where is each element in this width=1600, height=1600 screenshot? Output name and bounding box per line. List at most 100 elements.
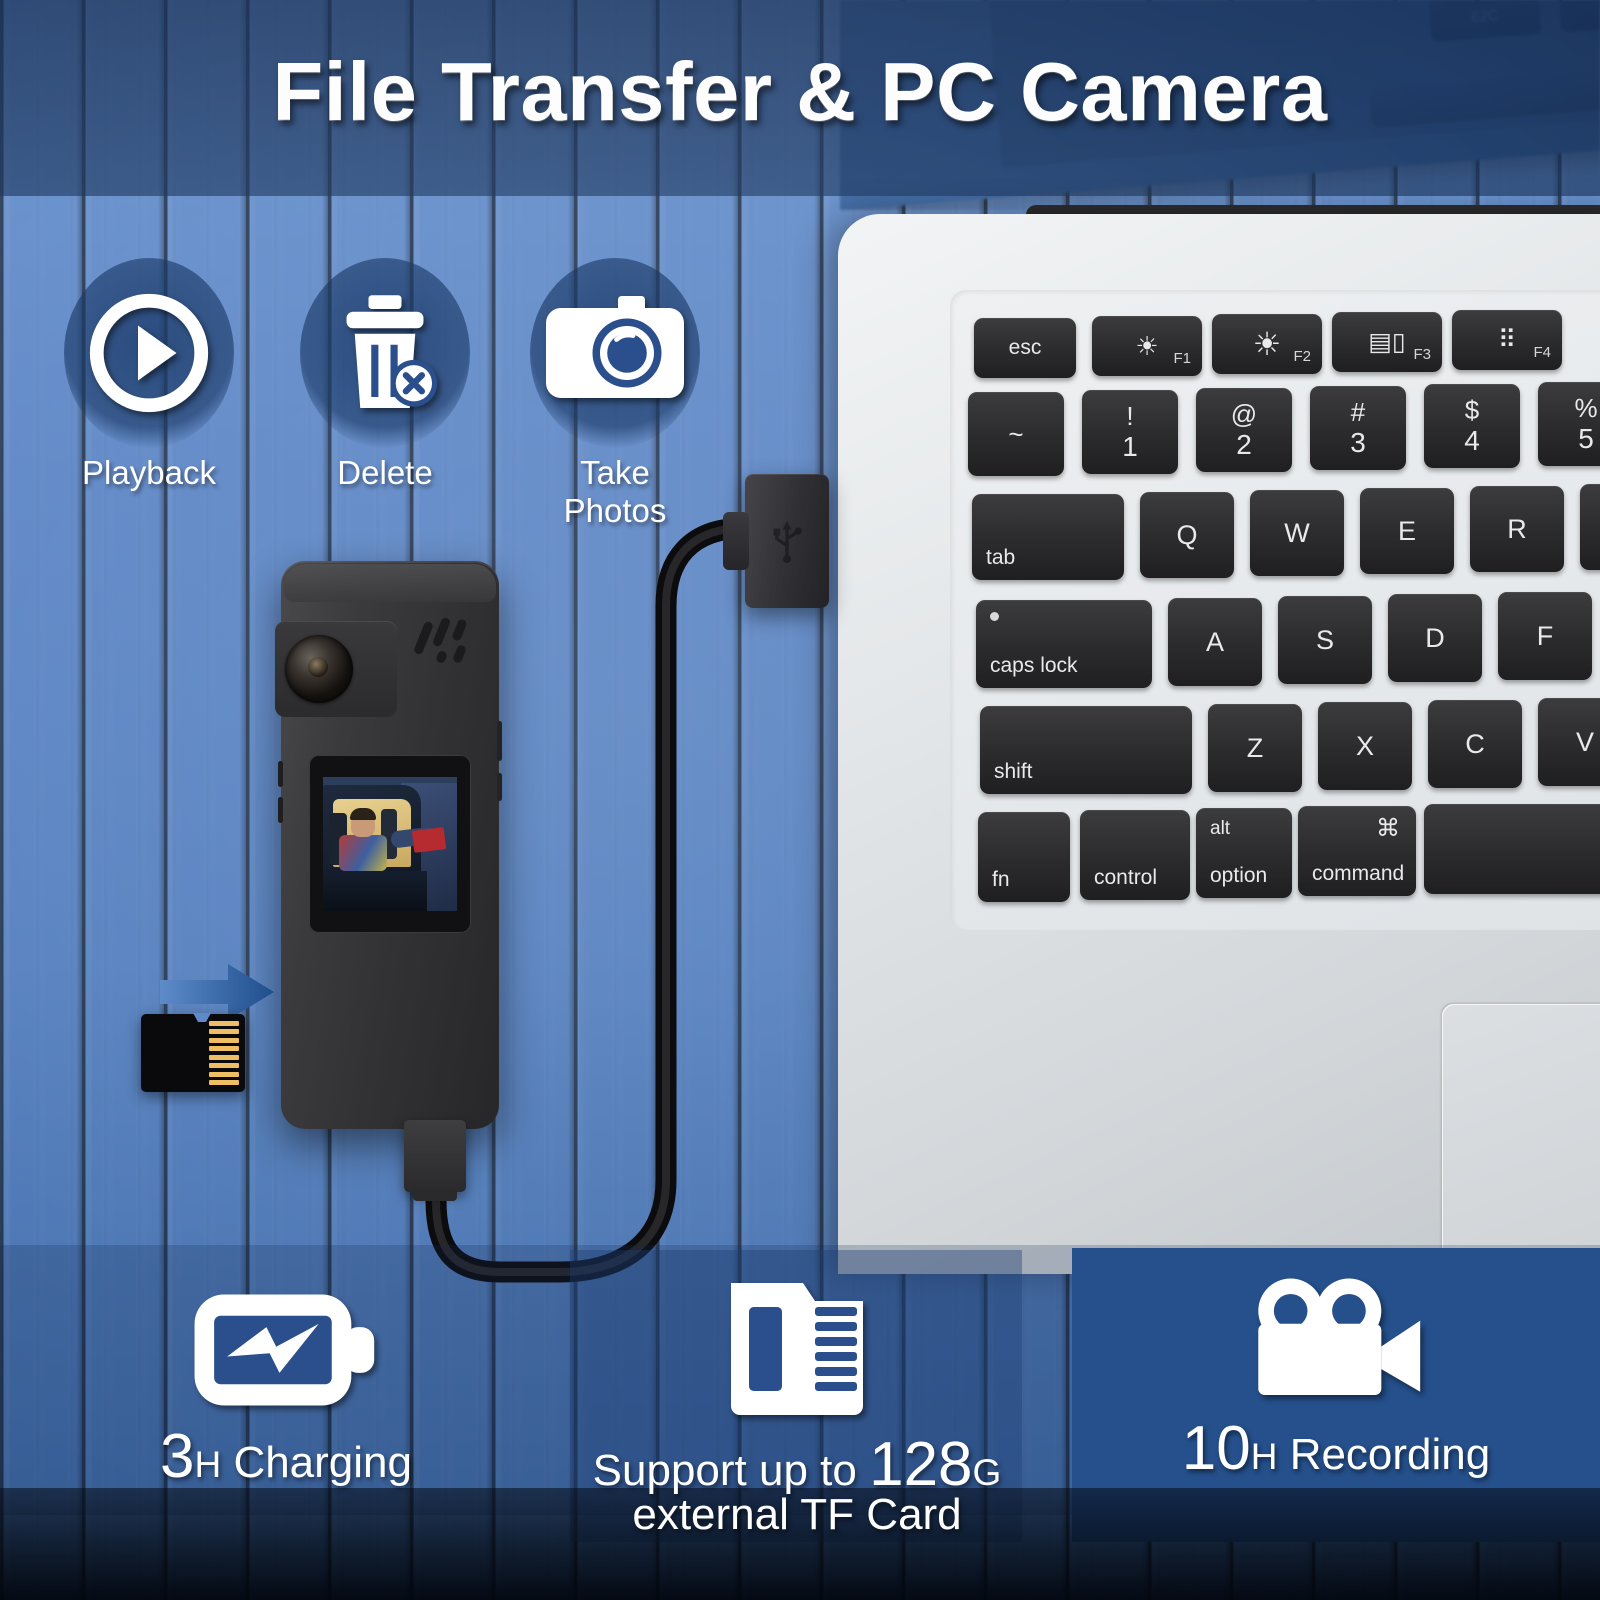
usb-connector (723, 474, 829, 608)
camera-lens-housing (275, 621, 397, 717)
feature-delete[interactable]: Delete (300, 258, 470, 492)
key-lower: 3 (1350, 427, 1366, 458)
caps-lock-indicator-icon (990, 612, 999, 621)
feature-label: Delete (337, 454, 433, 491)
micro-sd-card-icon (731, 1283, 863, 1415)
feature-tf-card: Support up to 128G external TF Card (572, 1274, 1022, 1540)
key-label: Z (1246, 732, 1264, 763)
key-upper: % (1574, 393, 1598, 423)
key-label: F (1536, 620, 1554, 651)
tf-card-capacity: 128 (869, 1430, 973, 1499)
device-usb-port (404, 1120, 466, 1201)
key-label: E (1397, 515, 1416, 546)
key-fn-label: F4 (1533, 344, 1551, 361)
key-lower: 4 (1464, 425, 1480, 456)
key-d[interactable]: D (1388, 594, 1482, 682)
key-esc[interactable]: esc (974, 318, 1076, 378)
recording-unit: H (1250, 1436, 1278, 1477)
key-fn-label: F1 (1173, 350, 1191, 367)
feature-take-photos[interactable]: Take Photos (530, 258, 700, 530)
charging-label: Charging (233, 1438, 412, 1487)
key-5[interactable]: % 5 (1538, 382, 1600, 466)
key-label: control (1094, 866, 1158, 889)
video-camera-icon (1258, 1278, 1421, 1396)
icon-disc (64, 258, 234, 448)
micro-sd-card (141, 1014, 245, 1092)
icon-disc (530, 258, 700, 448)
key-2[interactable]: @ 2 (1196, 388, 1292, 472)
key-z[interactable]: Z (1208, 704, 1302, 792)
icon-disc (300, 258, 470, 448)
key-lower: 2 (1236, 429, 1252, 460)
feature-label: Playback (82, 454, 216, 491)
body-camera-device (275, 561, 502, 1129)
key-c[interactable]: C (1428, 700, 1522, 788)
key-1[interactable]: ! 1 (1082, 390, 1178, 474)
key-x[interactable]: X (1318, 702, 1412, 790)
key-fn-label: F2 (1293, 348, 1311, 365)
key-upper: @ (1230, 399, 1258, 429)
key-q[interactable]: Q (1140, 492, 1234, 578)
key-s[interactable]: S (1278, 596, 1372, 684)
key-v[interactable]: V (1538, 698, 1600, 786)
mission-control-icon: ▤▯ (1368, 328, 1406, 356)
key-f2-brightness-up-icon[interactable]: ☀ F2 (1212, 314, 1322, 374)
sd-card-contacts (209, 1021, 239, 1085)
key-label: S (1315, 624, 1334, 655)
key-e[interactable]: E (1360, 488, 1454, 574)
key-label: esc (1008, 336, 1042, 359)
charging-text: 3H Charging (96, 1421, 476, 1492)
launchpad-icon: ⠿ (1497, 326, 1517, 354)
key-caps-lock[interactable]: caps lock (976, 600, 1152, 688)
feature-label: Take Photos (563, 454, 667, 529)
charging-hours: 3 (159, 1422, 195, 1491)
usb-trident-icon (773, 520, 802, 564)
battery-charging-icon (194, 1294, 375, 1406)
key-f3-mission-control-icon[interactable]: ▤▯ F3 (1332, 312, 1442, 372)
key-label: Q (1176, 519, 1198, 550)
key-label: fn (992, 868, 1010, 891)
key-shift[interactable]: shift (980, 706, 1192, 794)
key-4[interactable]: $ 4 (1424, 384, 1520, 468)
feature-recording: 10H Recording (1072, 1272, 1600, 1484)
laptop-trackpad[interactable] (1442, 1004, 1600, 1276)
key-fn-label: F3 (1413, 346, 1431, 363)
key-r[interactable]: R (1470, 486, 1564, 572)
key-lower: 5 (1578, 423, 1594, 454)
device-screen-bezel (309, 755, 471, 933)
key-f4-launchpad-icon[interactable]: ⠿ F4 (1452, 310, 1562, 370)
key-upper: ! (1126, 401, 1134, 431)
key-upper: # (1350, 397, 1366, 427)
brightness-up-icon: ☀ (1252, 326, 1282, 362)
key-f[interactable]: F (1498, 592, 1592, 680)
tf-card-unit: G (972, 1452, 1002, 1493)
command-symbol-icon: ⌘ (1376, 815, 1400, 842)
device-screen (323, 777, 457, 911)
key-tab[interactable]: tab (972, 494, 1124, 580)
recording-label: Recording (1289, 1430, 1491, 1479)
brightness-down-icon: ☀ (1135, 330, 1159, 361)
key-a[interactable]: A (1168, 598, 1262, 686)
play-circle-icon (89, 293, 209, 413)
charging-unit: H (194, 1444, 222, 1485)
page-title: File Transfer & PC Camera (272, 45, 1328, 138)
key-f1-brightness-down-icon[interactable]: ☀ F1 (1092, 316, 1202, 376)
key-label: V (1575, 726, 1594, 757)
camera-lens-icon (285, 635, 353, 703)
key-spacebar[interactable] (1424, 804, 1600, 894)
product-marketing-image: 62C ☀ ☀ esc ☀ F1 ☀ F2 ▤▯ F3 ⠿ F4 ~ ! 1 @… (0, 0, 1600, 1600)
key-w[interactable]: W (1250, 490, 1344, 576)
tf-card-prefix: Support up to (592, 1446, 857, 1495)
key-fn[interactable]: fn (978, 812, 1070, 902)
key-label: tab (986, 546, 1016, 569)
recording-hours: 10 (1181, 1414, 1251, 1483)
feature-playback[interactable]: Playback (64, 258, 234, 492)
key-command[interactable]: ⌘ command (1298, 806, 1416, 896)
key-upper: ~ (1008, 419, 1024, 449)
key-control[interactable]: control (1080, 810, 1190, 900)
key-label: option (1210, 864, 1268, 887)
key-option[interactable]: alt option (1196, 808, 1292, 898)
key-t[interactable]: T (1580, 484, 1600, 570)
key-3[interactable]: # 3 (1310, 386, 1406, 470)
key-tilde[interactable]: ~ (968, 392, 1064, 476)
